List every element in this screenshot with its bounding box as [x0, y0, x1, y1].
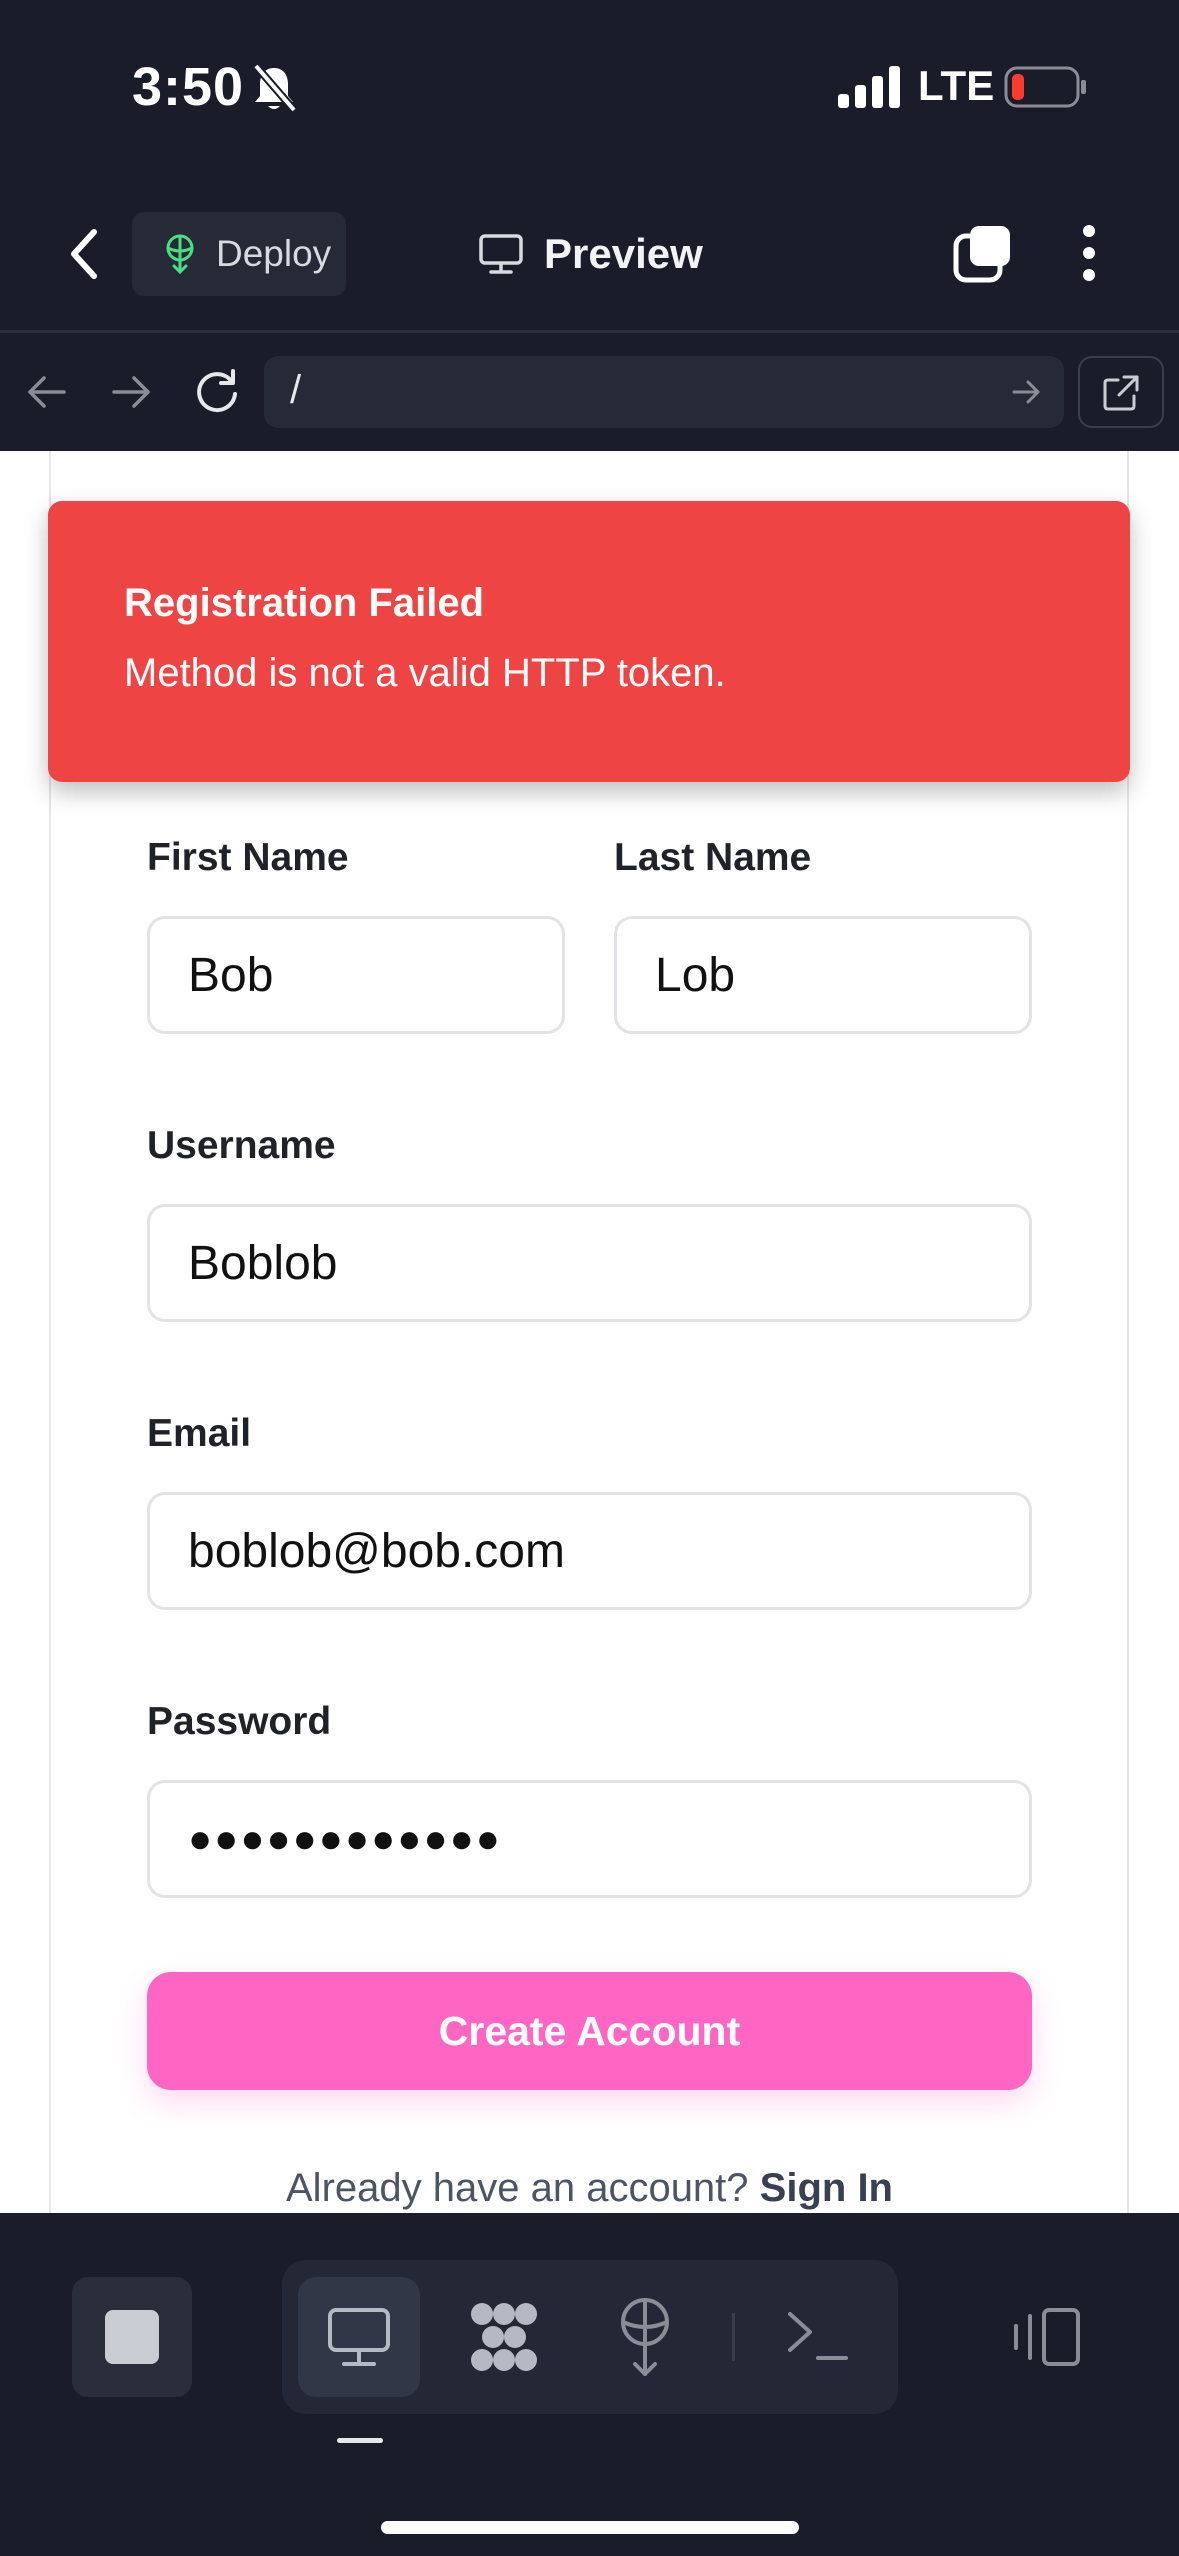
error-toast: Registration Failed Method is not a vali…	[48, 501, 1130, 782]
first-name-input[interactable]: Bob	[147, 916, 565, 1034]
tabs-switcher-icon[interactable]	[952, 222, 1014, 284]
external-link-icon	[1103, 375, 1139, 411]
email-input[interactable]: boblob@bob.com	[147, 1492, 1032, 1610]
modules-icon[interactable]	[466, 2300, 542, 2374]
deploy-label: Deploy	[216, 233, 332, 274]
preview-tab[interactable]: Preview	[478, 222, 703, 286]
password-input[interactable]: ●●●●●●●●●●●●	[147, 1780, 1032, 1898]
deploy-button[interactable]: Deploy	[132, 212, 346, 296]
last-name-label: Last Name	[614, 836, 812, 879]
signin-prompt-line: Already have an account? Sign In	[0, 2166, 1179, 2211]
password-label: Password	[147, 1700, 332, 1743]
email-label: Email	[147, 1412, 252, 1455]
network-type: LTE	[918, 62, 995, 109]
browser-back-icon[interactable]	[26, 374, 68, 410]
error-message: Method is not a valid HTTP token.	[124, 651, 726, 695]
deploy-icon	[166, 234, 194, 275]
preview-label: Preview	[544, 230, 703, 277]
url-path: /	[290, 368, 302, 412]
battery-icon	[1004, 66, 1086, 108]
create-account-button[interactable]: Create Account	[147, 1972, 1032, 2090]
go-arrow-icon[interactable]	[1012, 378, 1042, 406]
url-input[interactable]: /	[264, 356, 1064, 428]
back-chevron-icon[interactable]	[64, 226, 104, 282]
silent-bell-icon	[252, 63, 298, 113]
monitor-icon	[328, 2308, 390, 2366]
home-indicator[interactable]	[381, 2521, 799, 2534]
browser-forward-icon[interactable]	[110, 374, 152, 410]
signin-prompt: Already have an account?	[286, 2166, 749, 2210]
split-view-icon[interactable]	[1010, 2306, 1084, 2368]
active-tab-indicator	[337, 2438, 383, 2443]
username-label: Username	[147, 1124, 336, 1167]
first-name-label: First Name	[147, 836, 349, 879]
error-title: Registration Failed	[124, 581, 485, 625]
status-time: 3:50	[132, 57, 245, 117]
deploy-icon[interactable]	[614, 2296, 676, 2378]
stop-icon	[105, 2310, 159, 2364]
signal-icon	[838, 66, 900, 108]
last-name-input[interactable]: Lob	[614, 916, 1032, 1034]
monitor-icon	[479, 234, 523, 274]
signin-link[interactable]: Sign In	[760, 2166, 893, 2210]
more-options-icon[interactable]	[1074, 222, 1104, 284]
segment-divider	[732, 2313, 735, 2361]
terminal-icon[interactable]	[786, 2308, 850, 2366]
username-input[interactable]: Boblob	[147, 1204, 1032, 1322]
reload-icon[interactable]	[192, 368, 242, 416]
open-external-button[interactable]	[1078, 356, 1164, 428]
